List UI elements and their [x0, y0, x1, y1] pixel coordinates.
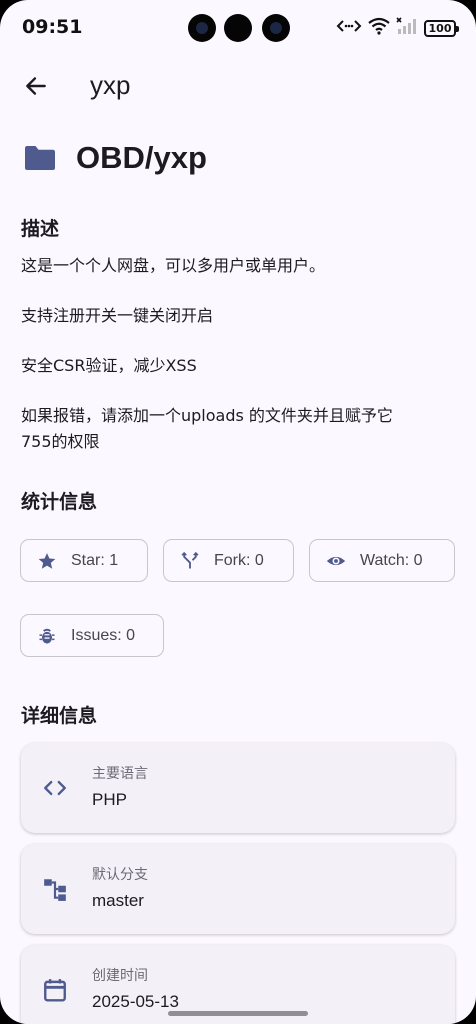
signal-icon [396, 17, 418, 39]
branch-card: 默认分支 master [21, 844, 455, 934]
status-icons: 100 [336, 16, 459, 40]
created-label: 创建时间 [92, 968, 148, 984]
star-chip[interactable]: Star: 1 [20, 539, 148, 582]
description-line: 支持注册开关一键关闭开启 [21, 306, 214, 325]
camera-cutout [188, 14, 216, 42]
code-icon [336, 18, 362, 38]
watch-count: Watch: 0 [360, 551, 423, 569]
wifi-icon [368, 17, 390, 39]
details-title: 详细信息 [21, 705, 98, 727]
home-indicator[interactable] [168, 1011, 308, 1016]
description-line: 这是一个个人网盘，可以多用户或单用户。 [21, 256, 326, 275]
bug-icon [37, 626, 57, 646]
language-value: PHP [92, 790, 127, 809]
created-value: 2025-05-13 [92, 992, 179, 1011]
language-card: 主要语言 PHP [21, 743, 455, 833]
stats-title: 统计信息 [21, 491, 98, 513]
description-title: 描述 [21, 218, 60, 240]
app-bar: yxp [0, 58, 476, 114]
description-line: 755的权限 [21, 432, 100, 451]
calendar-icon [41, 976, 69, 1004]
star-icon [37, 551, 57, 571]
code-icon [41, 774, 69, 802]
fork-count: Fork: 0 [214, 551, 264, 569]
fork-chip[interactable]: Fork: 0 [163, 539, 294, 582]
repo-name: OBD/yxp [76, 140, 207, 175]
description-line: 安全CSR验证，减少XSS [21, 356, 197, 375]
status-time: 09:51 [22, 16, 83, 38]
language-label: 主要语言 [92, 766, 148, 782]
camera-cutout [224, 14, 252, 42]
app-screen: 09:51 100 yxp OBD/yxp 描述 这是一个个人网盘，可以多用户或… [0, 0, 476, 1024]
back-button[interactable] [14, 64, 58, 108]
status-bar: 09:51 100 [0, 0, 476, 56]
star-count: Star: 1 [71, 551, 119, 569]
description-line: 如果报错，请添加一个uploads 的文件夹并且赋予它 [21, 406, 393, 425]
repo-header: OBD/yxp [22, 140, 207, 176]
branch-icon [41, 875, 69, 903]
app-title: yxp [90, 70, 131, 100]
camera-cutout [262, 14, 290, 42]
watch-chip[interactable]: Watch: 0 [309, 539, 455, 582]
arrow-back-icon [26, 77, 46, 95]
issues-count: Issues: 0 [71, 626, 136, 644]
branch-value: master [92, 891, 144, 910]
branch-label: 默认分支 [92, 867, 148, 883]
issues-chip[interactable]: Issues: 0 [20, 614, 164, 657]
fork-icon [180, 551, 200, 571]
eye-icon [326, 551, 346, 571]
battery-icon: 100 [424, 19, 459, 37]
folder-icon [25, 146, 55, 170]
